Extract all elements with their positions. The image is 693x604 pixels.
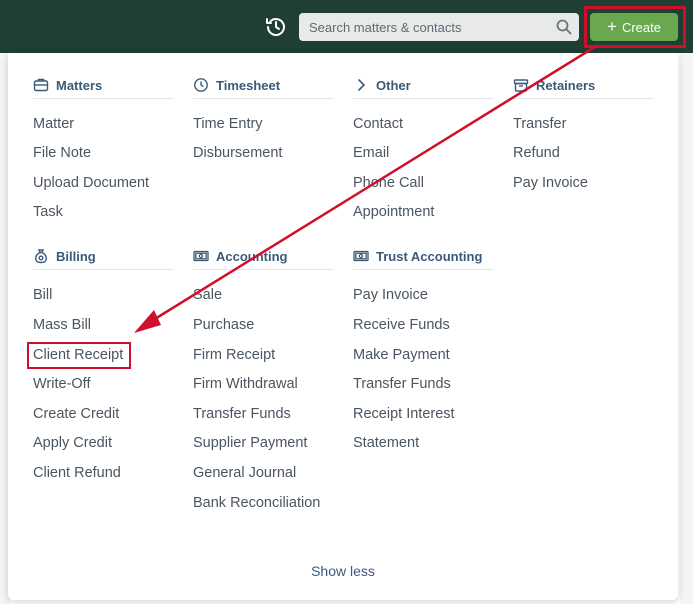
menu-item-refund[interactable]: Refund [513, 145, 560, 161]
menu-item-trust-pay-invoice[interactable]: Pay Invoice [353, 287, 428, 303]
section-billing-rule [33, 269, 173, 270]
section-accounting-title: Accounting [216, 248, 288, 264]
chevron-right-icon [353, 77, 369, 93]
menu-item-bill[interactable]: Bill [33, 287, 52, 303]
banknote-icon [193, 248, 209, 264]
section-other-rule [353, 98, 493, 99]
menu-item-disbursement[interactable]: Disbursement [193, 145, 282, 161]
menu-item-receive-funds[interactable]: Receive Funds [353, 317, 450, 333]
menu-item-firm-receipt[interactable]: Firm Receipt [193, 347, 275, 363]
menu-item-firm-withdrawal[interactable]: Firm Withdrawal [193, 376, 298, 392]
show-less-link[interactable]: Show less [300, 563, 386, 579]
search-input[interactable] [299, 13, 549, 41]
section-timesheet: Timesheet [193, 75, 280, 95]
section-retainers-title: Retainers [536, 77, 596, 93]
section-matters: Matters [33, 75, 102, 95]
section-trust-accounting-rule [353, 269, 493, 270]
menu-item-task[interactable]: Task [33, 204, 63, 220]
menu-item-email[interactable]: Email [353, 145, 389, 161]
menu-item-mass-bill[interactable]: Mass Bill [33, 317, 91, 333]
menu-item-contact[interactable]: Contact [353, 116, 403, 132]
client-receipt-highlight [27, 342, 131, 369]
menu-item-create-credit[interactable]: Create Credit [33, 406, 119, 422]
menu-item-apply-credit[interactable]: Apply Credit [33, 435, 112, 451]
menu-item-time-entry[interactable]: Time Entry [193, 116, 263, 132]
banknote-icon [353, 248, 369, 264]
clock-icon [193, 77, 209, 93]
search-box[interactable] [299, 13, 579, 41]
section-timesheet-title: Timesheet [216, 77, 281, 93]
create-button-highlight [584, 6, 686, 48]
menu-item-supplier-payment[interactable]: Supplier Payment [193, 435, 307, 451]
section-other: Other [353, 75, 411, 95]
menu-item-general-journal[interactable]: General Journal [193, 465, 296, 481]
section-accounting: Accounting [193, 246, 288, 266]
menu-item-purchase[interactable]: Purchase [193, 317, 254, 333]
archive-icon [513, 77, 529, 93]
menu-item-write-off[interactable]: Write-Off [33, 376, 90, 392]
menu-item-phone-call[interactable]: Phone Call [353, 175, 424, 191]
create-menu-panel [8, 53, 678, 600]
section-billing: Billing [33, 246, 96, 266]
money-bag-icon [33, 248, 49, 264]
menu-item-transfer[interactable]: Transfer [513, 116, 566, 132]
section-billing-title: Billing [56, 248, 96, 264]
section-timesheet-rule [193, 98, 333, 99]
section-retainers: Retainers [513, 75, 595, 95]
menu-item-client-refund[interactable]: Client Refund [33, 465, 121, 481]
menu-item-retainer-pay-invoice[interactable]: Pay Invoice [513, 175, 588, 191]
menu-item-bank-reconciliation[interactable]: Bank Reconciliation [193, 495, 320, 511]
menu-item-upload-document[interactable]: Upload Document [33, 175, 149, 191]
menu-item-file-note[interactable]: File Note [33, 145, 91, 161]
section-retainers-rule [513, 98, 653, 99]
section-trust-accounting-title: Trust Accounting [376, 248, 483, 264]
background-page-strip-right [680, 53, 693, 604]
section-matters-title: Matters [56, 77, 103, 93]
section-trust-accounting: Trust Accounting [353, 246, 482, 266]
menu-item-accounting-transfer-funds[interactable]: Transfer Funds [193, 406, 291, 422]
section-matters-rule [33, 98, 173, 99]
history-icon[interactable] [264, 15, 288, 39]
section-accounting-rule [193, 269, 333, 270]
search-icon[interactable] [555, 18, 573, 36]
menu-item-trust-transfer-funds[interactable]: Transfer Funds [353, 376, 451, 392]
section-other-title: Other [376, 77, 411, 93]
briefcase-icon [33, 77, 49, 93]
menu-item-sale[interactable]: Sale [193, 287, 222, 303]
menu-item-receipt-interest[interactable]: Receipt Interest [353, 406, 455, 422]
menu-item-matter[interactable]: Matter [33, 116, 74, 132]
menu-item-statement[interactable]: Statement [353, 435, 419, 451]
menu-item-appointment[interactable]: Appointment [353, 204, 434, 220]
menu-item-make-payment[interactable]: Make Payment [353, 347, 450, 363]
